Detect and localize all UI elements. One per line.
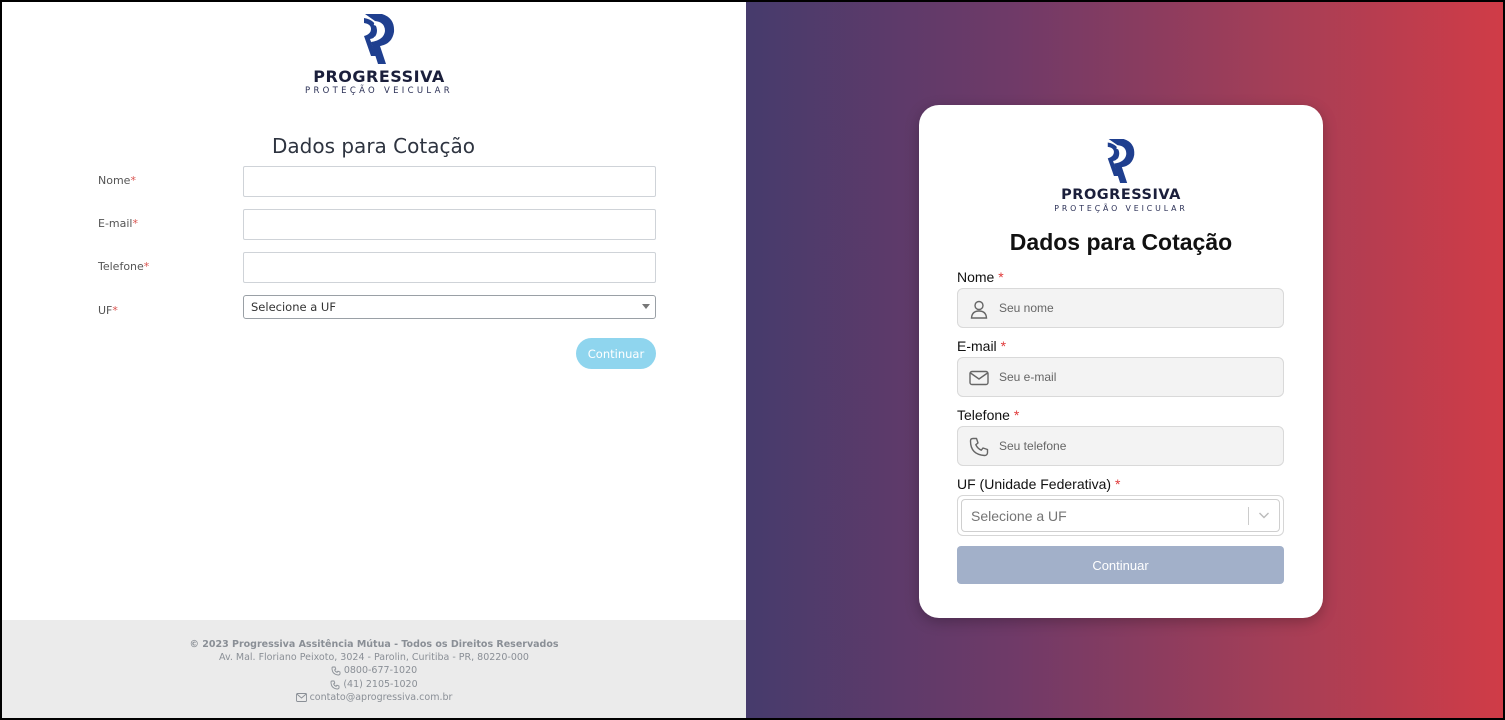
email-input[interactable]: Seu e-mail bbox=[957, 357, 1284, 397]
email-label: E-mail* bbox=[98, 217, 138, 230]
logo-tagline-text: PROTEÇÃO VEICULAR bbox=[1054, 203, 1188, 213]
footer-email-link[interactable]: contato@aprogressiva.com.br bbox=[310, 692, 453, 703]
nome-placeholder: Seu nome bbox=[999, 301, 1054, 315]
uf-row: UF* Selecione a UF bbox=[98, 295, 658, 326]
phone-icon bbox=[331, 666, 341, 675]
phone-icon bbox=[969, 437, 989, 457]
telefone-input[interactable]: Seu telefone bbox=[957, 426, 1284, 466]
email-input[interactable] bbox=[243, 209, 656, 240]
nome-label: Nome* bbox=[98, 174, 136, 187]
form-title: Dados para Cotação bbox=[272, 134, 475, 158]
nome-label: Nome * bbox=[957, 269, 1004, 285]
quote-form-card: PROGRESSIVA PROTEÇÃO VEICULAR Dados para… bbox=[919, 105, 1323, 618]
required-marker: * bbox=[112, 304, 118, 317]
uf-select-control[interactable]: Selecione a UF bbox=[961, 499, 1280, 532]
required-marker: * bbox=[130, 174, 136, 187]
nome-input[interactable] bbox=[243, 166, 656, 197]
redesign-pane: PROGRESSIVA PROTEÇÃO VEICULAR Dados para… bbox=[746, 2, 1503, 718]
footer-phone1-row: 0800-677-1020 bbox=[2, 665, 746, 676]
phone-icon bbox=[330, 680, 340, 689]
footer-phone2-row: (41) 2105-1020 bbox=[2, 679, 746, 690]
telefone-label: Telefone * bbox=[957, 407, 1020, 423]
telefone-row: Telefone* bbox=[98, 252, 658, 283]
nome-row: Nome* bbox=[98, 166, 658, 197]
required-marker: * bbox=[998, 269, 1004, 285]
mail-icon bbox=[969, 370, 989, 386]
chevron-down-icon[interactable] bbox=[1255, 506, 1273, 524]
uf-select[interactable]: Selecione a UF bbox=[957, 495, 1284, 536]
mail-icon bbox=[295, 693, 307, 702]
progressiva-emblem-icon bbox=[1107, 138, 1135, 184]
select-separator bbox=[1248, 507, 1249, 525]
form-title: Dados para Cotação bbox=[1009, 229, 1233, 255]
required-marker: * bbox=[1114, 476, 1121, 492]
footer-phone2: (41) 2105-1020 bbox=[343, 679, 418, 690]
uf-label: UF (Unidade Federativa) * bbox=[957, 476, 1121, 492]
progressiva-emblem-icon bbox=[364, 14, 395, 64]
logo-brand-text: PROGRESSIVA bbox=[1061, 187, 1181, 203]
caret-down-icon bbox=[642, 304, 650, 309]
required-marker: * bbox=[1013, 407, 1020, 423]
uf-select[interactable]: Selecione a UF bbox=[243, 295, 656, 319]
required-marker: * bbox=[1000, 338, 1007, 354]
browser-viewport: PROGRESSIVA PROTEÇÃO VEICULAR Dados para… bbox=[0, 0, 1505, 720]
progressiva-logo: PROGRESSIVA PROTEÇÃO VEICULAR bbox=[1047, 137, 1195, 212]
uf-select-placeholder: Selecione a UF bbox=[971, 508, 1067, 524]
continue-button[interactable]: Continuar bbox=[576, 338, 656, 369]
logo-tagline-text: PROTEÇÃO VEICULAR bbox=[305, 86, 453, 96]
original-form-pane: PROGRESSIVA PROTEÇÃO VEICULAR Dados para… bbox=[2, 2, 746, 718]
user-icon bbox=[970, 300, 988, 319]
required-marker: * bbox=[143, 260, 150, 273]
telefone-placeholder: Seu telefone bbox=[999, 439, 1067, 453]
footer: © 2023 Progressiva Assitência Mútua - To… bbox=[2, 620, 746, 718]
footer-copyright: © 2023 Progressiva Assitência Mútua - To… bbox=[189, 639, 559, 650]
email-label: E-mail * bbox=[957, 338, 1007, 354]
logo-brand-text: PROGRESSIVA bbox=[313, 67, 445, 86]
required-marker: * bbox=[132, 217, 139, 230]
uf-select-value: Selecione a UF bbox=[251, 300, 336, 314]
uf-label: UF* bbox=[98, 304, 118, 317]
footer-address: Av. Mal. Floriano Peixoto, 3024 - Paroli… bbox=[219, 652, 529, 663]
telefone-input[interactable] bbox=[243, 252, 656, 283]
continue-button[interactable]: Continuar bbox=[957, 546, 1284, 584]
email-placeholder: Seu e-mail bbox=[999, 370, 1057, 384]
telefone-label: Telefone* bbox=[98, 260, 150, 273]
nome-input[interactable]: Seu nome bbox=[957, 288, 1284, 328]
email-row: E-mail* bbox=[98, 209, 658, 240]
footer-email-row: contato@aprogressiva.com.br bbox=[2, 692, 746, 703]
progressiva-logo: PROGRESSIVA PROTEÇÃO VEICULAR bbox=[294, 12, 464, 96]
footer-phone1: 0800-677-1020 bbox=[343, 665, 418, 676]
